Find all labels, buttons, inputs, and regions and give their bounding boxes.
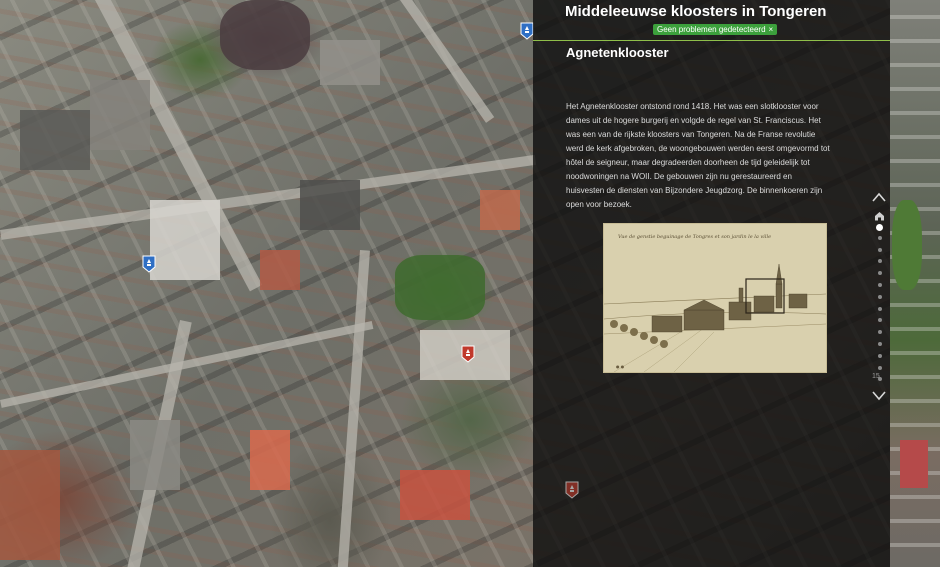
drawing-caption-script: Vue de genstie beguinage de Tongres et s… — [618, 234, 771, 240]
map-marker-blue-1[interactable] — [520, 22, 534, 40]
navigation-dot[interactable] — [878, 365, 882, 370]
navigation-dot[interactable] — [878, 271, 882, 276]
map-building — [320, 40, 380, 85]
navigation-dot[interactable] — [878, 318, 882, 323]
section-title: Agnetenklooster — [566, 45, 669, 60]
map-building — [400, 470, 470, 520]
home-icon[interactable] — [874, 208, 885, 221]
map-tree-cluster — [892, 200, 922, 290]
navigation-dot[interactable] — [878, 247, 882, 252]
story-navigation: 15 — [866, 190, 894, 405]
navigation-dot[interactable] — [878, 353, 882, 358]
map-marker-red-2[interactable] — [565, 481, 579, 499]
map-road — [337, 250, 370, 567]
close-icon[interactable]: × — [769, 25, 774, 34]
map-building — [90, 80, 150, 150]
svg-text:● ●: ● ● — [616, 364, 625, 369]
map-building — [900, 440, 928, 488]
status-badge-label: Geen problemen gedetecteerd — [657, 25, 766, 34]
panel-header: Middeleeuwse kloosters in Tongeren Geen … — [533, 0, 890, 41]
story-panel: Middeleeuwse kloosters in Tongeren Geen … — [533, 0, 890, 567]
chevron-up-icon[interactable] — [871, 190, 887, 202]
navigation-dot[interactable] — [878, 342, 882, 346]
map-building — [250, 430, 290, 490]
map-building — [480, 190, 520, 230]
map-building — [130, 420, 180, 490]
navigation-dot[interactable] — [878, 294, 882, 299]
map-building — [395, 255, 485, 320]
navigation-dot[interactable] — [878, 330, 882, 335]
navigation-dot[interactable] — [878, 235, 882, 240]
chevron-down-icon[interactable] — [871, 388, 887, 401]
map-building — [220, 0, 310, 70]
map-marker-red-1[interactable] — [461, 345, 475, 363]
map-road — [400, 0, 495, 123]
map-building — [0, 450, 60, 560]
map-building — [260, 250, 300, 290]
section-body: Het Agnetenklooster ontstond rond 1418. … — [566, 102, 830, 209]
map-building — [300, 180, 360, 230]
map-building — [150, 200, 220, 280]
map-building — [20, 110, 90, 170]
navigation-dot[interactable] — [878, 259, 882, 264]
app-title: Middeleeuwse kloosters in Tongeren — [565, 3, 827, 20]
historic-drawing-image[interactable]: Vue de genstie beguinage de Tongres et s… — [603, 223, 827, 373]
navigation-count: 15 — [872, 373, 880, 380]
status-badge[interactable]: Geen problemen gedetecteerd × — [653, 24, 778, 35]
map-marker-blue-2[interactable] — [142, 255, 156, 273]
navigation-dot[interactable] — [876, 224, 883, 231]
navigation-dot[interactable] — [878, 283, 882, 287]
navigation-dot[interactable] — [878, 306, 882, 311]
map-edge-strip[interactable] — [890, 0, 940, 567]
